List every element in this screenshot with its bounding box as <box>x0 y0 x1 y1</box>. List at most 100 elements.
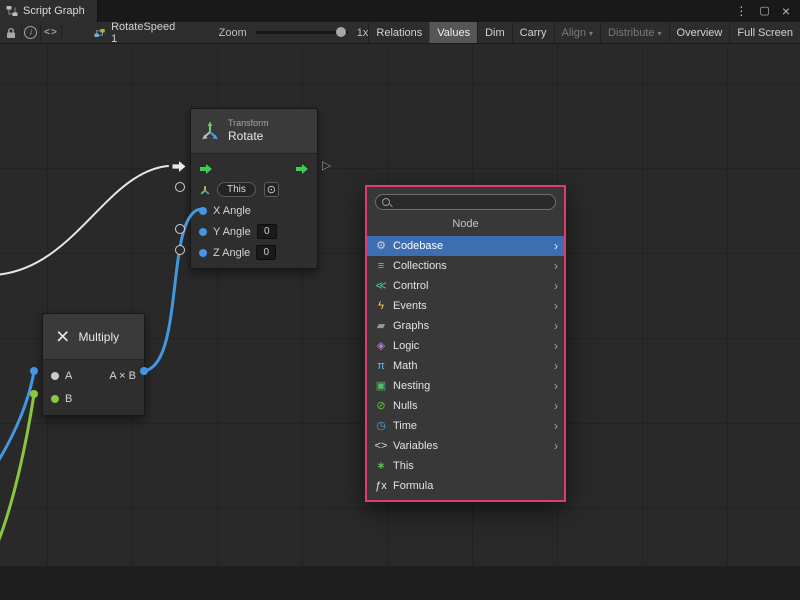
flow-input-connected-arrow-icon[interactable] <box>171 160 187 173</box>
node-search-input[interactable] <box>395 196 549 209</box>
graph-name: RotateSpeed 1 <box>111 22 177 44</box>
finder-item-label: Control <box>393 280 428 292</box>
graph-canvas[interactable]: ▷ Transform Rotate <box>0 44 800 600</box>
y-angle-label: Y Angle <box>213 226 251 238</box>
this-row: This ⊙ <box>191 179 317 200</box>
tab-script-graph[interactable]: Script Graph <box>0 0 98 22</box>
chevron-right-icon: › <box>554 300 558 312</box>
finder-item-nulls[interactable]: ⊘Nulls› <box>367 396 564 416</box>
window-buttons: ⋮ ▢ × <box>735 4 800 18</box>
search-box[interactable] <box>375 194 556 210</box>
close-icon[interactable]: × <box>782 4 790 18</box>
node-body: This ⊙ X Angle Y Angle 0 Z Angle 0 <box>191 154 317 268</box>
node-category: Transform <box>228 118 269 129</box>
node-title: Rotate <box>228 129 269 143</box>
y-angle-value-field[interactable]: 0 <box>257 224 277 239</box>
finder-item-collections[interactable]: ≡Collections› <box>367 256 564 276</box>
output-label: A × B <box>109 370 136 382</box>
dropdown-arrow-icon: ▾ <box>589 29 593 38</box>
this-type-icon <box>199 184 211 196</box>
finder-item-label: Graphs <box>393 320 429 332</box>
toolbar-button-carry[interactable]: Carry <box>512 22 554 44</box>
zoom-control: Zoom 1x <box>219 27 369 39</box>
chevron-right-icon: › <box>554 400 558 412</box>
control-icon: ≪ <box>373 281 389 292</box>
finder-item-formula[interactable]: ƒx Formula <box>367 476 564 496</box>
wire-flow-input <box>0 166 168 275</box>
a-port[interactable] <box>51 372 59 380</box>
wire-left-to-multiply-b <box>0 394 34 552</box>
finder-item-label: Formula <box>393 480 433 492</box>
finder-item-logic[interactable]: ◈Logic› <box>367 336 564 356</box>
finder-item-label: Events <box>393 300 427 312</box>
graph-breadcrumb[interactable]: RotateSpeed 1 <box>94 22 176 44</box>
canvas-bottom-strip <box>0 566 800 600</box>
this-port-dropdown[interactable]: This <box>217 182 256 197</box>
this-port-circle[interactable] <box>175 182 185 192</box>
finder-item-control[interactable]: ≪Control› <box>367 276 564 296</box>
x-angle-row: X Angle <box>191 200 317 221</box>
finder-item-this[interactable]: ∗This <box>367 456 564 476</box>
finder-item-label: Codebase <box>393 240 443 252</box>
toolbar-separator <box>40 25 41 41</box>
finder-item-math[interactable]: πMath› <box>367 356 564 376</box>
code-icon[interactable]: <> <box>44 22 58 44</box>
time-icon: ◷ <box>373 421 389 432</box>
toolbar-button-relations[interactable]: Relations <box>368 22 429 44</box>
z-angle-row: Z Angle 0 <box>191 242 317 263</box>
script-graph-icon <box>6 5 18 17</box>
z-angle-value-field[interactable]: 0 <box>256 245 276 260</box>
z-angle-port[interactable] <box>199 249 207 257</box>
finder-item-label: Nesting <box>393 380 430 392</box>
node-body: A A × B B <box>43 360 144 415</box>
toolbar-button-overview[interactable]: Overview <box>669 22 730 44</box>
z-angle-label: Z Angle <box>213 247 250 259</box>
b-label: B <box>65 393 72 405</box>
search-icon <box>382 198 390 206</box>
info-icon[interactable]: i <box>24 22 37 44</box>
toolbar-button-full-screen[interactable]: Full Screen <box>729 22 800 44</box>
finder-item-variables[interactable]: <>Variables› <box>367 436 564 456</box>
finder-item-graphs[interactable]: ▰Graphs› <box>367 316 564 336</box>
b-port[interactable] <box>51 395 59 403</box>
dropdown-arrow-icon: ▾ <box>658 29 662 38</box>
lock-icon[interactable] <box>5 22 18 44</box>
z-angle-port-circle[interactable] <box>175 245 185 255</box>
finder-item-events[interactable]: ϟEvents› <box>367 296 564 316</box>
flow-input-arrow-icon[interactable] <box>199 163 213 175</box>
zoom-knob[interactable] <box>336 27 346 37</box>
y-angle-port-circle[interactable] <box>175 224 185 234</box>
multiply-node[interactable]: × Multiply A A × B B <box>42 313 145 416</box>
this-icon: ∗ <box>373 461 389 472</box>
toolbar-button-align: Align▾ <box>554 22 600 44</box>
transform-icon <box>199 120 221 142</box>
x-angle-port[interactable] <box>199 207 207 215</box>
zoom-slider[interactable] <box>256 31 348 34</box>
flow-output-arrow-icon[interactable] <box>295 163 309 175</box>
math-icon: π <box>373 361 389 372</box>
node-header[interactable]: × Multiply <box>43 314 144 360</box>
finder-item-label: Collections <box>393 260 447 272</box>
maximize-icon[interactable]: ▢ <box>759 6 769 17</box>
node-header[interactable]: Transform Rotate <box>191 109 317 154</box>
this-port-label: This <box>227 184 246 195</box>
tab-bar: Script Graph ⋮ ▢ × <box>0 0 800 22</box>
y-angle-row: Y Angle 0 <box>191 221 317 242</box>
finder-item-time[interactable]: ◷Time› <box>367 416 564 436</box>
zoom-label: Zoom <box>219 27 247 39</box>
toolbar-button-values[interactable]: Values <box>429 22 477 44</box>
transform-rotate-node[interactable]: Transform Rotate <box>190 108 318 269</box>
toolbar-button-distribute: Distribute▾ <box>600 22 668 44</box>
y-angle-port[interactable] <box>199 228 207 236</box>
target-picker-button[interactable]: ⊙ <box>264 182 279 197</box>
kebab-menu-icon[interactable]: ⋮ <box>735 5 747 17</box>
chevron-right-icon: › <box>554 360 558 372</box>
wire-endpoint-blue <box>30 367 38 375</box>
unity-visual-scripting-window: Script Graph ⋮ ▢ × i <> RotateSpeed 1 <box>0 0 800 600</box>
graph-asset-icon <box>94 27 106 39</box>
finder-item-nesting[interactable]: ▣Nesting› <box>367 376 564 396</box>
flow-continuation-icon[interactable]: ▷ <box>322 158 331 172</box>
finder-item-codebase[interactable]: ⚙Codebase› <box>367 236 564 256</box>
formula-icon: ƒx <box>373 481 389 492</box>
toolbar-button-dim[interactable]: Dim <box>477 22 512 44</box>
